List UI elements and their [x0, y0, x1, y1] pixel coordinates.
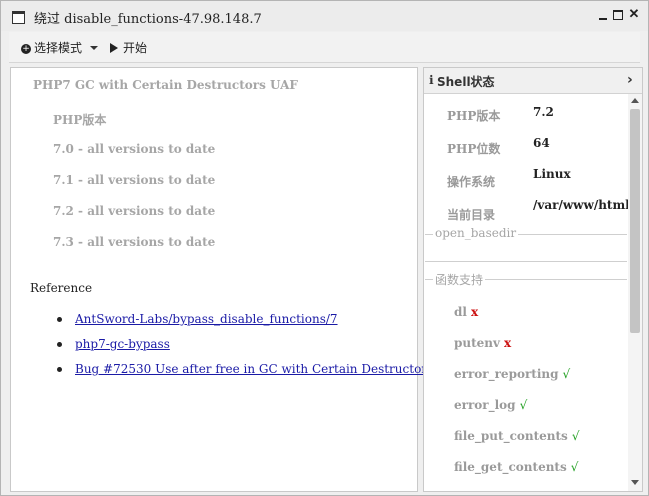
bullet-icon: [57, 342, 62, 347]
reference-link[interactable]: AntSword-Labs/bypass_disable_functions/7: [75, 312, 338, 326]
function-item: error_reporting √: [454, 367, 571, 381]
function-item: file_put_contents √: [454, 429, 580, 443]
php-version-key: PHP版本: [447, 109, 501, 123]
current-dir-value: /var/www/html: [533, 198, 628, 212]
function-item: dl x: [454, 305, 479, 319]
window-icon: [12, 11, 25, 24]
php-version-value: 7.2: [533, 105, 554, 119]
function-item: file_get_contents √: [454, 460, 579, 474]
os-key: 操作系统: [447, 175, 496, 189]
shell-status-panel: ℹ Shell状态 › PHP版本 7.2 PHP位数 64 操作系统 Linu…: [423, 67, 643, 492]
status-supported-icon: √: [570, 460, 579, 474]
minimize-icon[interactable]: [597, 9, 609, 21]
shell-status-header[interactable]: ℹ Shell状态 ›: [424, 68, 642, 94]
shell-status-title: Shell状态: [437, 75, 495, 89]
title-bar[interactable]: 绕过 disable_functions-47.98.148.7 ✕: [1, 1, 648, 31]
exploit-title: PHP7 GC with Certain Destructors UAF: [33, 78, 298, 92]
exploit-info-panel: PHP7 GC with Certain Destructors UAF PHP…: [10, 67, 433, 492]
open-basedir-legend: open_basedir: [433, 226, 519, 240]
open-basedir-group: open_basedir: [425, 226, 627, 262]
current-dir-key: 当前目录: [447, 208, 496, 222]
php-bits-key: PHP位数: [447, 142, 501, 156]
bullet-icon: [57, 367, 62, 372]
scroll-down-icon[interactable]: [631, 480, 639, 485]
os-value: Linux: [533, 167, 571, 181]
reference-link[interactable]: php7-gc-bypass: [75, 337, 170, 351]
window-title: 绕过 disable_functions-47.98.148.7: [34, 12, 262, 27]
play-icon: [110, 43, 118, 53]
function-support-legend: 函数支持: [433, 271, 486, 288]
close-icon[interactable]: ✕: [628, 8, 640, 21]
info-icon: ℹ: [429, 73, 434, 87]
vertical-scrollbar[interactable]: [628, 94, 642, 491]
version-item: 7.1 - all versions to date: [53, 173, 216, 187]
toolbar: + 选择模式 开始: [9, 32, 640, 63]
version-item: 7.0 - all versions to date: [53, 142, 216, 156]
status-unsupported-icon: x: [470, 305, 479, 319]
select-mode-button[interactable]: + 选择模式: [21, 39, 99, 56]
scrollbar-thumb[interactable]: [630, 109, 640, 333]
start-label: 开始: [123, 41, 148, 55]
chevron-right-icon[interactable]: ›: [627, 72, 633, 88]
scroll-up-icon[interactable]: [631, 98, 639, 103]
plus-circle-icon: +: [21, 44, 31, 54]
status-supported-icon: √: [571, 429, 580, 443]
app-window: 绕过 disable_functions-47.98.148.7 ✕ + 选择模式…: [0, 0, 649, 496]
version-item: 7.2 - all versions to date: [53, 204, 216, 218]
function-support-group: 函数支持 dl x putenv x error_reporting √ error_…: [425, 271, 627, 491]
status-unsupported-icon: x: [504, 336, 512, 350]
function-item: error_log √: [454, 398, 528, 412]
php-version-heading: PHP版本: [53, 113, 107, 127]
status-supported-icon: √: [562, 367, 571, 381]
status-supported-icon: √: [519, 398, 528, 412]
shell-status-body: PHP版本 7.2 PHP位数 64 操作系统 Linux 当前目录 /var/…: [424, 94, 628, 491]
version-item: 7.3 - all versions to date: [53, 235, 216, 249]
dropdown-caret-icon: [90, 46, 99, 50]
bullet-icon: [57, 317, 62, 322]
reference-link[interactable]: Bug #72530 Use after free in GC with Cer…: [75, 362, 433, 376]
php-bits-value: 64: [533, 136, 550, 150]
start-button[interactable]: 开始: [110, 39, 147, 56]
function-item: putenv x: [454, 336, 512, 350]
select-mode-label: 选择模式: [34, 41, 83, 55]
maximize-icon[interactable]: [612, 9, 624, 21]
reference-heading: Reference: [30, 281, 93, 295]
